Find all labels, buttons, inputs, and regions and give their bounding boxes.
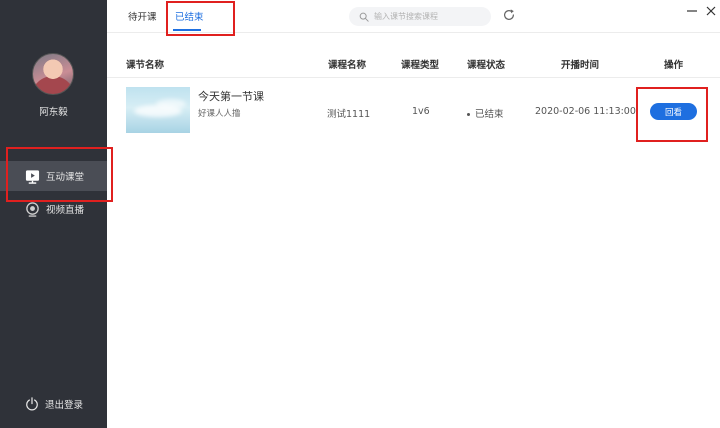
course-status-label: 已结束 [475, 109, 504, 120]
play-board-icon [25, 169, 40, 184]
column-header-action: 操作 [664, 60, 684, 71]
column-header-lesson: 课节名称 [126, 60, 165, 71]
logout-label: 退出登录 [45, 400, 84, 411]
search-icon [359, 12, 369, 22]
course-status: 已结束 [467, 106, 504, 120]
lesson-subtitle: 好课人人撸 [198, 109, 241, 119]
active-tab-indicator [173, 29, 201, 31]
course-type: 1v6 [412, 106, 430, 117]
lesson-title: 今天第一节课 [198, 90, 264, 103]
status-dot [467, 113, 470, 116]
close-icon[interactable] [704, 4, 718, 18]
search-box[interactable] [349, 7, 491, 26]
avatar[interactable] [32, 53, 74, 95]
table-header: 课节名称 课程名称 课程类型 课程状态 开播时间 操作 [107, 50, 720, 78]
top-bar: 待开课 已结束 [107, 0, 720, 33]
lesson-thumbnail [126, 87, 190, 133]
refresh-icon[interactable] [502, 8, 516, 22]
user-name: 阿东毅 [39, 107, 68, 118]
tab-ended[interactable]: 已结束 [175, 9, 204, 23]
column-header-status: 课程状态 [467, 60, 506, 71]
column-header-course: 课程名称 [328, 60, 367, 71]
sidebar-item-label: 互动课堂 [46, 172, 85, 183]
power-icon [26, 397, 38, 411]
table-row: 今天第一节课 好课人人撸 测试1111 1v6 已结束 2020-02-06 1… [107, 79, 720, 141]
course-name: 测试1111 [327, 109, 371, 120]
column-header-type: 课程类型 [401, 60, 440, 71]
replay-button[interactable]: 回看 [650, 103, 697, 120]
camera-icon [26, 201, 39, 217]
search-input[interactable] [374, 12, 484, 21]
sidebar-item-interactive-class[interactable]: 互动课堂 [0, 161, 107, 191]
tab-pending[interactable]: 待开课 [128, 9, 157, 23]
sidebar: 阿东毅 互动课堂 视频直播 退出登录 [0, 0, 107, 428]
minimize-icon[interactable] [685, 4, 699, 18]
start-time: 2020-02-06 11:13:00 [535, 106, 636, 117]
column-header-time: 开播时间 [561, 60, 600, 71]
sidebar-item-video-live[interactable]: 视频直播 [0, 194, 107, 224]
sidebar-item-label: 视频直播 [46, 205, 85, 216]
logout-button[interactable]: 退出登录 [0, 394, 107, 414]
